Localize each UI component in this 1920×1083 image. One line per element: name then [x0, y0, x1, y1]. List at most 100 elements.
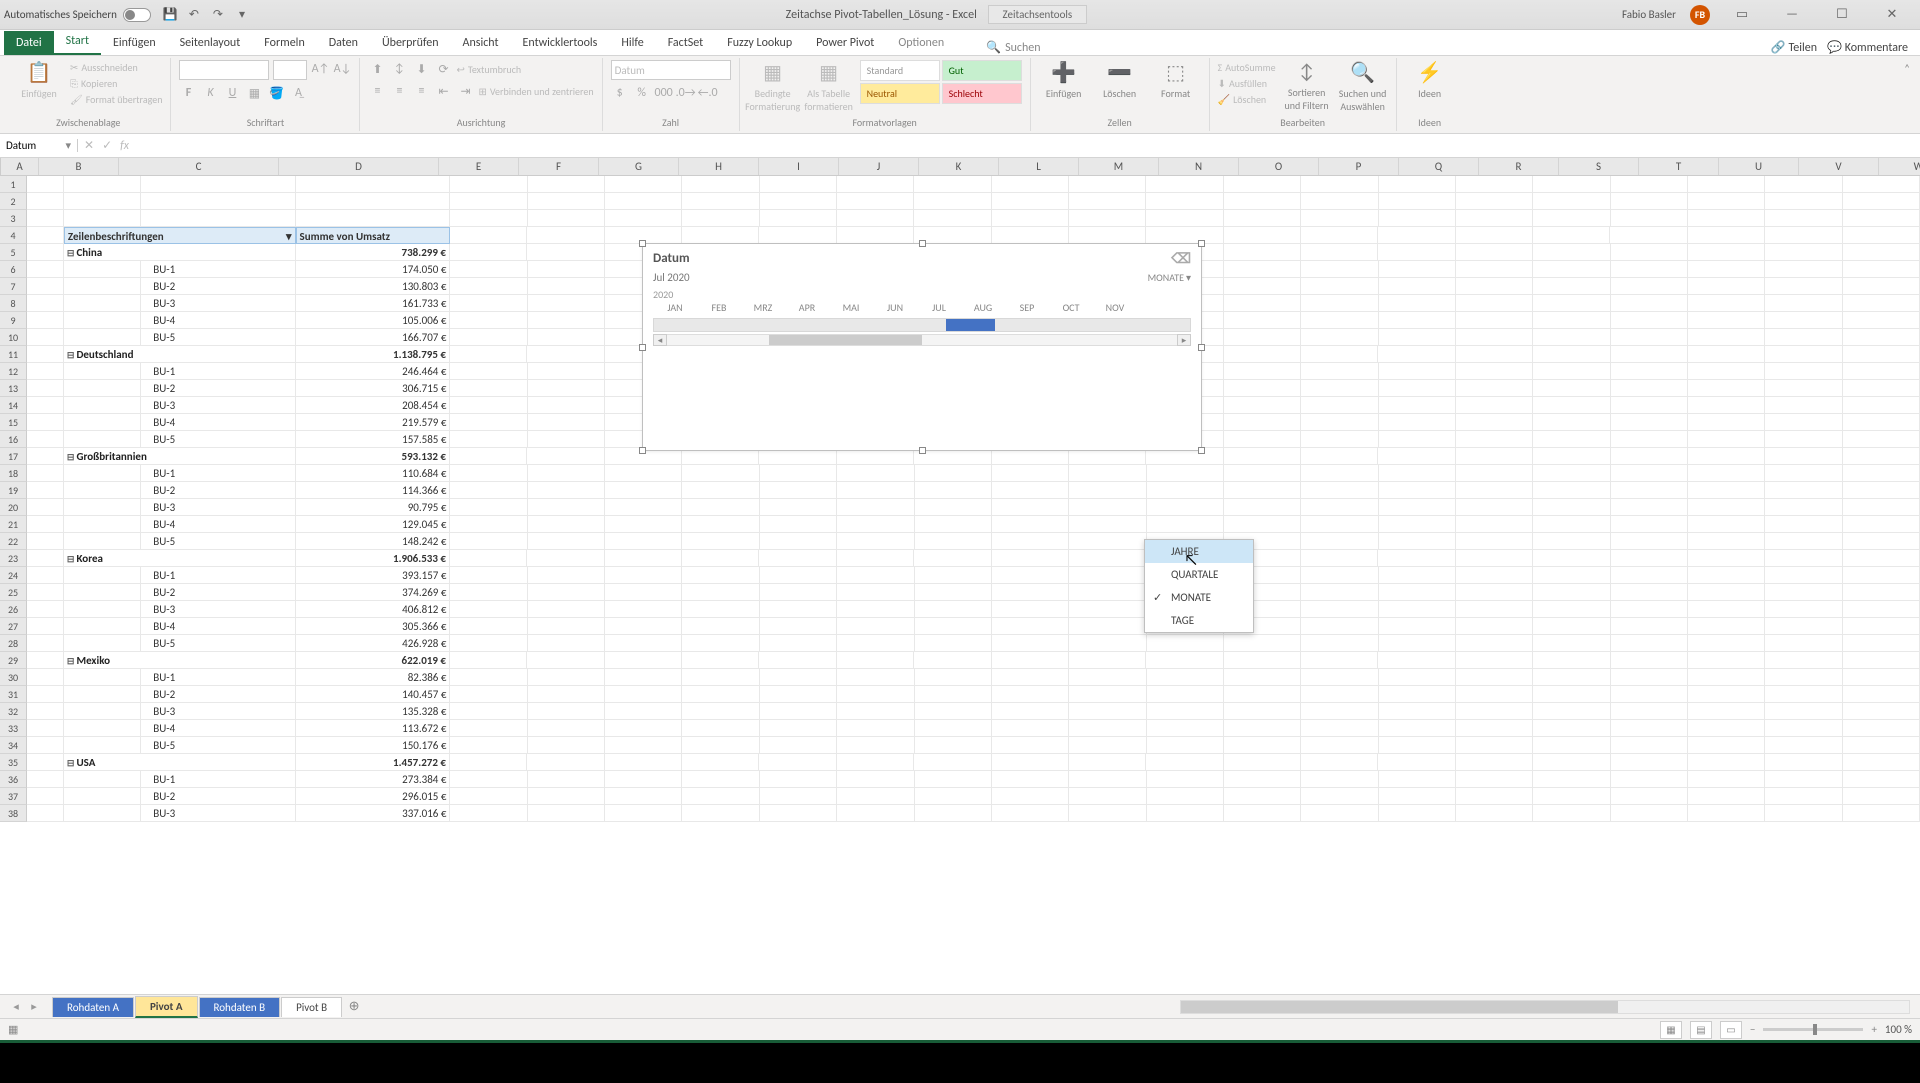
- cell[interactable]: [1456, 533, 1533, 550]
- row-header[interactable]: 11: [0, 346, 27, 363]
- cell[interactable]: [1224, 482, 1301, 499]
- cell[interactable]: [760, 193, 837, 210]
- minimize-icon[interactable]: —: [1774, 3, 1810, 27]
- cell[interactable]: [682, 499, 759, 516]
- cell[interactable]: [760, 601, 837, 618]
- cell[interactable]: [1224, 754, 1301, 771]
- cell[interactable]: [682, 584, 759, 601]
- col-header[interactable]: K: [919, 158, 999, 175]
- cell[interactable]: [64, 788, 141, 805]
- cell[interactable]: [1456, 278, 1533, 295]
- cell[interactable]: [1611, 414, 1688, 431]
- cell[interactable]: 1.138.795 €: [296, 346, 450, 363]
- cell[interactable]: [1533, 601, 1610, 618]
- cell[interactable]: [1146, 227, 1223, 244]
- resize-handle[interactable]: [639, 240, 646, 247]
- cell[interactable]: Zeilenbeschriftungen ▾: [64, 227, 296, 244]
- cell[interactable]: [1301, 601, 1378, 618]
- cell[interactable]: [1843, 210, 1920, 227]
- cell[interactable]: [64, 601, 141, 618]
- cell[interactable]: [1688, 686, 1765, 703]
- cell[interactable]: [528, 584, 605, 601]
- cell[interactable]: [1765, 261, 1842, 278]
- cell[interactable]: [1378, 227, 1455, 244]
- cell[interactable]: [915, 669, 992, 686]
- cell[interactable]: 157.585 €: [296, 431, 450, 448]
- cell[interactable]: 622.019 €: [296, 652, 450, 669]
- cell[interactable]: [605, 210, 682, 227]
- cell[interactable]: [1379, 380, 1456, 397]
- cell[interactable]: [450, 448, 527, 465]
- cell[interactable]: [528, 278, 605, 295]
- cell[interactable]: [1301, 278, 1378, 295]
- cell[interactable]: [1843, 261, 1920, 278]
- tab-fuzzy[interactable]: Fuzzy Lookup: [715, 31, 804, 55]
- user-name[interactable]: Fabio Basler: [1622, 8, 1676, 21]
- row-header[interactable]: 9: [0, 312, 27, 329]
- tab-options[interactable]: Optionen: [886, 31, 956, 55]
- cell[interactable]: [1611, 771, 1688, 788]
- cell[interactable]: [527, 244, 604, 261]
- cell[interactable]: [1843, 533, 1920, 550]
- cell[interactable]: [915, 686, 992, 703]
- cell[interactable]: [915, 618, 992, 635]
- clear-filter-icon[interactable]: ⌫: [1171, 250, 1191, 267]
- cell[interactable]: [605, 703, 682, 720]
- cell[interactable]: [1533, 210, 1610, 227]
- cell[interactable]: [992, 703, 1069, 720]
- cell[interactable]: [1533, 193, 1610, 210]
- cell[interactable]: [450, 363, 527, 380]
- cell[interactable]: [1224, 703, 1301, 720]
- cell[interactable]: [450, 312, 527, 329]
- cell[interactable]: [1843, 601, 1920, 618]
- cell[interactable]: [837, 567, 914, 584]
- cell[interactable]: [605, 720, 682, 737]
- cell[interactable]: [1456, 635, 1533, 652]
- cell[interactable]: [1379, 176, 1456, 193]
- cell[interactable]: ⊟Korea: [64, 550, 296, 567]
- cell[interactable]: [837, 618, 914, 635]
- cell[interactable]: [64, 329, 141, 346]
- cell[interactable]: [1533, 363, 1610, 380]
- cell[interactable]: [1456, 516, 1533, 533]
- cell[interactable]: [1688, 652, 1765, 669]
- cell[interactable]: [1843, 720, 1920, 737]
- tab-data[interactable]: Daten: [317, 31, 370, 55]
- cell[interactable]: [605, 669, 682, 686]
- cell[interactable]: [450, 601, 527, 618]
- cell[interactable]: [605, 635, 682, 652]
- cell[interactable]: [450, 771, 527, 788]
- cell[interactable]: [1533, 346, 1610, 363]
- cell[interactable]: [27, 227, 64, 244]
- cell[interactable]: [27, 431, 64, 448]
- cell[interactable]: [1069, 210, 1146, 227]
- cell[interactable]: [1688, 312, 1765, 329]
- cell[interactable]: [1533, 397, 1610, 414]
- cell[interactable]: [1378, 244, 1455, 261]
- cell[interactable]: [1224, 363, 1301, 380]
- cell[interactable]: [1843, 686, 1920, 703]
- row-header[interactable]: 36: [0, 771, 27, 788]
- cell[interactable]: [1146, 176, 1223, 193]
- cell[interactable]: [528, 737, 605, 754]
- cell[interactable]: [64, 193, 141, 210]
- cell[interactable]: [605, 193, 682, 210]
- ideas-button[interactable]: ⚡Ideen: [1405, 60, 1455, 100]
- cell[interactable]: [27, 397, 64, 414]
- cell[interactable]: [1611, 448, 1688, 465]
- cell[interactable]: [1843, 193, 1920, 210]
- cell[interactable]: [528, 380, 605, 397]
- cell[interactable]: [450, 754, 527, 771]
- cell[interactable]: 406.812 €: [296, 601, 450, 618]
- cell[interactable]: [1611, 652, 1688, 669]
- cell[interactable]: [1224, 193, 1301, 210]
- cell[interactable]: [528, 397, 605, 414]
- cell[interactable]: [450, 516, 527, 533]
- sort-filter-button[interactable]: ↕Sortieren und Filtern: [1282, 60, 1332, 112]
- cell[interactable]: [1456, 465, 1533, 482]
- cell[interactable]: [1533, 448, 1610, 465]
- cell[interactable]: [1301, 703, 1378, 720]
- cell[interactable]: [1069, 737, 1146, 754]
- fx-icon[interactable]: fx: [120, 139, 129, 153]
- cell[interactable]: [915, 584, 992, 601]
